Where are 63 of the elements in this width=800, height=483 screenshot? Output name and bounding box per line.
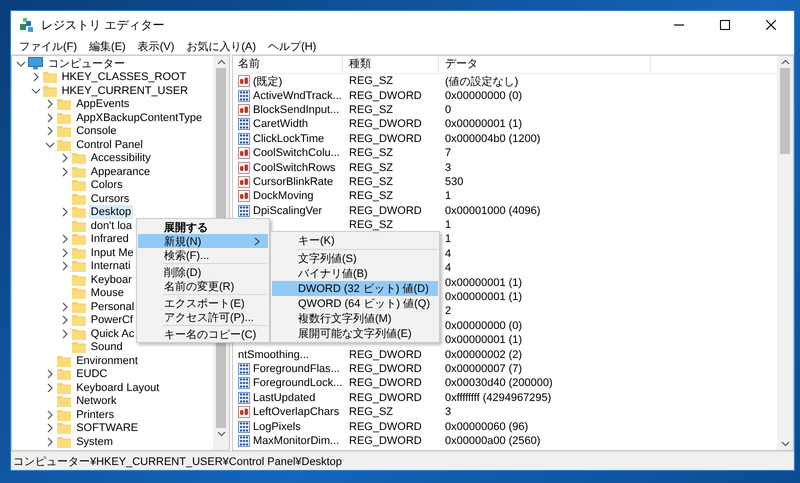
value-data: 2 (445, 305, 452, 318)
value-data: 0x00000060 (96) (445, 420, 528, 433)
value-name: BlockSendInput... (253, 104, 340, 116)
value-name: CoolSwitchColu... (253, 147, 340, 160)
value-name: MaxMonitorDim... (253, 434, 340, 447)
value-type: REG_DWORD (349, 348, 422, 361)
value-name: DockMoving (253, 190, 314, 202)
value-type: REG_DWORD (349, 420, 422, 433)
value-data: 0x00030d40 (200000) (445, 377, 553, 390)
status-text: コンピューター¥HKEY_CURRENT_USER¥Control Panel¥Desktop (13, 454, 342, 468)
value-data: 0x00000000 (0) (445, 320, 522, 332)
value-type: REG_SZ (349, 219, 394, 232)
value-name: LastUpdated (253, 392, 316, 404)
value-type: REG_DWORD (349, 118, 422, 130)
value-type: REG_DWORD (349, 204, 422, 217)
value-data: 0x00000001 (1) (445, 118, 522, 130)
value-type: REG_SZ (349, 104, 394, 116)
value-name: ClickLockTime (253, 132, 324, 145)
value-data: 0xffffffff (4294967295) (445, 392, 552, 404)
value-data: 0x00000001 (1) (445, 291, 522, 304)
value-type: REG_DWORD (349, 363, 422, 375)
value-data: 0x00000000 (0) (445, 90, 522, 102)
value-type: REG_DWORD (349, 434, 422, 447)
value-data: 1 (445, 233, 452, 246)
value-data: 0x00000007 (7) (445, 363, 522, 375)
value-type: REG_SZ (349, 75, 394, 88)
value-data: 0x00001000 (4096) (445, 204, 540, 217)
value-name: CoolSwitchRows (253, 162, 336, 174)
value-name: ForegroundFlas... (253, 363, 340, 375)
window-title: レジストリ エディター (41, 16, 166, 34)
value-name: ForegroundLock... (253, 377, 342, 390)
value-name: CaretWidth (253, 118, 308, 130)
value-data: 0 (445, 104, 452, 116)
value-name: DpiScalingVer (253, 204, 322, 217)
value-type: REG_SZ (349, 190, 394, 202)
value-data: 4 (445, 262, 452, 274)
value-data: 0x00000001 (1) (445, 334, 522, 346)
value-data: 7 (445, 147, 452, 160)
value-name: CursorBlinkRate (253, 176, 334, 188)
value-name: (既定) (253, 74, 282, 89)
value-name: LeftOverlapChars (253, 406, 340, 418)
value-data: 1 (445, 190, 452, 202)
value-type: REG_DWORD (349, 377, 422, 390)
value-data: 0x00000001 (1) (445, 276, 522, 289)
value-type: REG_SZ (349, 406, 394, 418)
value-data: 3 (445, 406, 452, 418)
value-data: 3 (445, 162, 452, 174)
value-type: REG_SZ (349, 162, 394, 174)
value-name: ActiveWndTrack... (253, 90, 342, 102)
value-type: REG_SZ (349, 147, 394, 160)
value-data: 0x00000a00 (2560) (445, 434, 540, 447)
value-type: REG_DWORD (349, 392, 422, 404)
value-type: REG_DWORD (349, 90, 422, 102)
value-data: (値の設定なし) (445, 76, 518, 88)
value-data: 0x000004b0 (1200) (445, 132, 540, 145)
value-data: 1 (445, 219, 452, 232)
value-name: LogPixels (253, 420, 301, 433)
value-data: 4 (445, 248, 452, 260)
value-data: 0x00000002 (2) (445, 348, 522, 361)
value-type: REG_SZ (349, 176, 394, 188)
value-data: 530 (445, 176, 464, 188)
value-type: REG_DWORD (349, 132, 422, 145)
value-name: ntSmoothing... (238, 348, 309, 361)
